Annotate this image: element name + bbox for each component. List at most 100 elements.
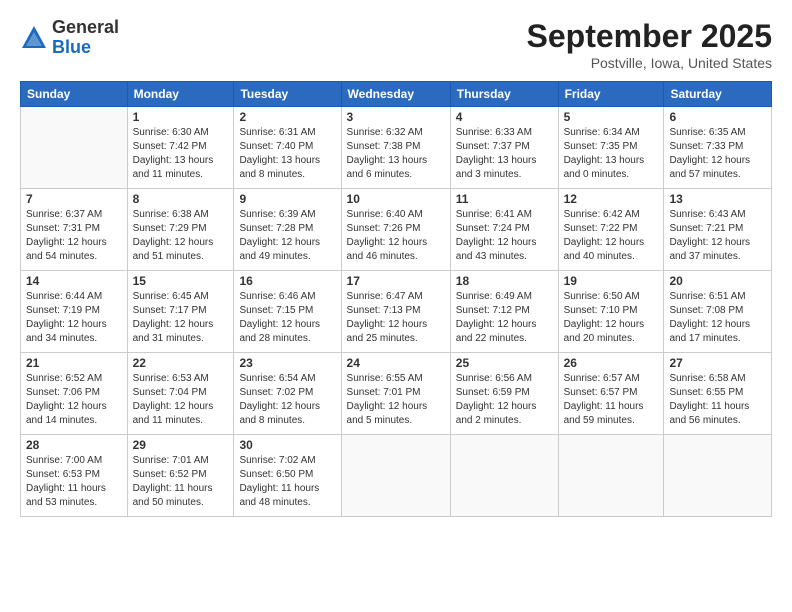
day-number: 3 [347,110,445,124]
day-detail: Sunrise: 7:02 AM Sunset: 6:50 PM Dayligh… [239,454,335,510]
day-cell: 23 Sunrise: 6:54 AM Sunset: 7:02 PM Dayli… [234,353,341,435]
day-number: 24 [347,356,445,370]
month-title: September 2025 [527,18,772,55]
day-cell: 20 Sunrise: 6:51 AM Sunset: 7:08 PM Dayli… [664,271,772,353]
title-section: September 2025 Postville, Iowa, United S… [527,18,772,71]
location: Postville, Iowa, United States [527,55,772,71]
day-number: 14 [26,274,122,288]
day-number: 1 [133,110,229,124]
day-number: 30 [239,438,335,452]
day-cell: 5Sunrise: 6:34 AM Sunset: 7:35 PM Daylig… [558,107,664,189]
day-number: 8 [133,192,229,206]
day-cell [21,107,128,189]
day-detail: Sunrise: 6:56 AM Sunset: 6:59 PM Dayligh… [456,372,553,428]
header-wednesday: Wednesday [341,82,450,107]
day-cell: 11Sunrise: 6:41 AM Sunset: 7:24 PM Dayli… [450,189,558,271]
day-detail: Sunrise: 6:38 AM Sunset: 7:29 PM Dayligh… [133,208,229,264]
day-detail: Sunrise: 7:01 AM Sunset: 6:52 PM Dayligh… [133,454,229,510]
week-row-4: 21 Sunrise: 6:52 AM Sunset: 7:06 PM Dayli… [21,353,772,435]
day-cell: 30 Sunrise: 7:02 AM Sunset: 6:50 PM Dayli… [234,435,341,517]
day-cell: 25 Sunrise: 6:56 AM Sunset: 6:59 PM Dayli… [450,353,558,435]
day-number: 4 [456,110,553,124]
day-number: 21 [26,356,122,370]
day-cell: 1 Sunrise: 6:30 AM Sunset: 7:42 PM Daylig… [127,107,234,189]
header-friday: Friday [558,82,664,107]
day-detail: Sunrise: 6:57 AM Sunset: 6:57 PM Dayligh… [564,372,659,428]
day-number: 29 [133,438,229,452]
day-number: 2 [239,110,335,124]
week-row-5: 28 Sunrise: 7:00 AM Sunset: 6:53 PM Dayli… [21,435,772,517]
day-number: 18 [456,274,553,288]
day-cell: 15 Sunrise: 6:45 AM Sunset: 7:17 PM Dayli… [127,271,234,353]
day-cell: 9Sunrise: 6:39 AM Sunset: 7:28 PM Daylig… [234,189,341,271]
header: General Blue September 2025 Postville, I… [20,18,772,71]
day-detail: Sunrise: 6:55 AM Sunset: 7:01 PM Dayligh… [347,372,445,428]
day-number: 23 [239,356,335,370]
day-cell: 29 Sunrise: 7:01 AM Sunset: 6:52 PM Dayli… [127,435,234,517]
logo-general: General [52,18,119,38]
day-cell: 21 Sunrise: 6:52 AM Sunset: 7:06 PM Dayli… [21,353,128,435]
day-detail: Sunrise: 6:46 AM Sunset: 7:15 PM Dayligh… [239,290,335,346]
day-cell: 4 Sunrise: 6:33 AM Sunset: 7:37 PM Daylig… [450,107,558,189]
day-cell: 24 Sunrise: 6:55 AM Sunset: 7:01 PM Dayli… [341,353,450,435]
day-cell: 3Sunrise: 6:32 AM Sunset: 7:38 PM Daylig… [341,107,450,189]
day-number: 6 [669,110,766,124]
header-thursday: Thursday [450,82,558,107]
day-cell: 22Sunrise: 6:53 AM Sunset: 7:04 PM Dayli… [127,353,234,435]
day-detail: Sunrise: 6:35 AM Sunset: 7:33 PM Dayligh… [669,126,766,182]
day-number: 26 [564,356,659,370]
week-row-1: 1 Sunrise: 6:30 AM Sunset: 7:42 PM Daylig… [21,107,772,189]
day-cell: 26 Sunrise: 6:57 AM Sunset: 6:57 PM Dayli… [558,353,664,435]
day-cell: 10 Sunrise: 6:40 AM Sunset: 7:26 PM Dayli… [341,189,450,271]
header-tuesday: Tuesday [234,82,341,107]
header-saturday: Saturday [664,82,772,107]
week-row-2: 7 Sunrise: 6:37 AM Sunset: 7:31 PM Daylig… [21,189,772,271]
day-detail: Sunrise: 6:43 AM Sunset: 7:21 PM Dayligh… [669,208,766,264]
day-detail: Sunrise: 6:47 AM Sunset: 7:13 PM Dayligh… [347,290,445,346]
day-detail: Sunrise: 6:34 AM Sunset: 7:35 PM Dayligh… [564,126,659,182]
day-number: 11 [456,192,553,206]
day-cell [450,435,558,517]
logo: General Blue [20,18,119,58]
day-detail: Sunrise: 6:42 AM Sunset: 7:22 PM Dayligh… [564,208,659,264]
calendar-header: SundayMondayTuesdayWednesdayThursdayFrid… [21,82,772,107]
day-cell [664,435,772,517]
header-row: SundayMondayTuesdayWednesdayThursdayFrid… [21,82,772,107]
day-detail: Sunrise: 6:30 AM Sunset: 7:42 PM Dayligh… [133,126,229,182]
day-detail: Sunrise: 7:00 AM Sunset: 6:53 PM Dayligh… [26,454,122,510]
day-number: 19 [564,274,659,288]
day-detail: Sunrise: 6:52 AM Sunset: 7:06 PM Dayligh… [26,372,122,428]
day-detail: Sunrise: 6:54 AM Sunset: 7:02 PM Dayligh… [239,372,335,428]
day-detail: Sunrise: 6:37 AM Sunset: 7:31 PM Dayligh… [26,208,122,264]
day-number: 10 [347,192,445,206]
logo-icon [20,24,48,52]
day-number: 22 [133,356,229,370]
day-detail: Sunrise: 6:50 AM Sunset: 7:10 PM Dayligh… [564,290,659,346]
day-detail: Sunrise: 6:45 AM Sunset: 7:17 PM Dayligh… [133,290,229,346]
day-number: 25 [456,356,553,370]
day-detail: Sunrise: 6:51 AM Sunset: 7:08 PM Dayligh… [669,290,766,346]
day-number: 28 [26,438,122,452]
day-cell: 27 Sunrise: 6:58 AM Sunset: 6:55 PM Dayli… [664,353,772,435]
day-number: 27 [669,356,766,370]
day-number: 17 [347,274,445,288]
day-cell: 2 Sunrise: 6:31 AM Sunset: 7:40 PM Daylig… [234,107,341,189]
day-detail: Sunrise: 6:40 AM Sunset: 7:26 PM Dayligh… [347,208,445,264]
day-number: 20 [669,274,766,288]
day-detail: Sunrise: 6:31 AM Sunset: 7:40 PM Dayligh… [239,126,335,182]
day-detail: Sunrise: 6:33 AM Sunset: 7:37 PM Dayligh… [456,126,553,182]
day-cell: 6 Sunrise: 6:35 AM Sunset: 7:33 PM Daylig… [664,107,772,189]
day-number: 7 [26,192,122,206]
day-number: 15 [133,274,229,288]
day-detail: Sunrise: 6:58 AM Sunset: 6:55 PM Dayligh… [669,372,766,428]
logo-blue: Blue [52,38,119,58]
day-number: 16 [239,274,335,288]
calendar: SundayMondayTuesdayWednesdayThursdayFrid… [20,81,772,517]
day-cell: 7 Sunrise: 6:37 AM Sunset: 7:31 PM Daylig… [21,189,128,271]
day-cell [341,435,450,517]
day-detail: Sunrise: 6:49 AM Sunset: 7:12 PM Dayligh… [456,290,553,346]
day-number: 9 [239,192,335,206]
day-cell [558,435,664,517]
day-cell: 8 Sunrise: 6:38 AM Sunset: 7:29 PM Daylig… [127,189,234,271]
week-row-3: 14Sunrise: 6:44 AM Sunset: 7:19 PM Dayli… [21,271,772,353]
